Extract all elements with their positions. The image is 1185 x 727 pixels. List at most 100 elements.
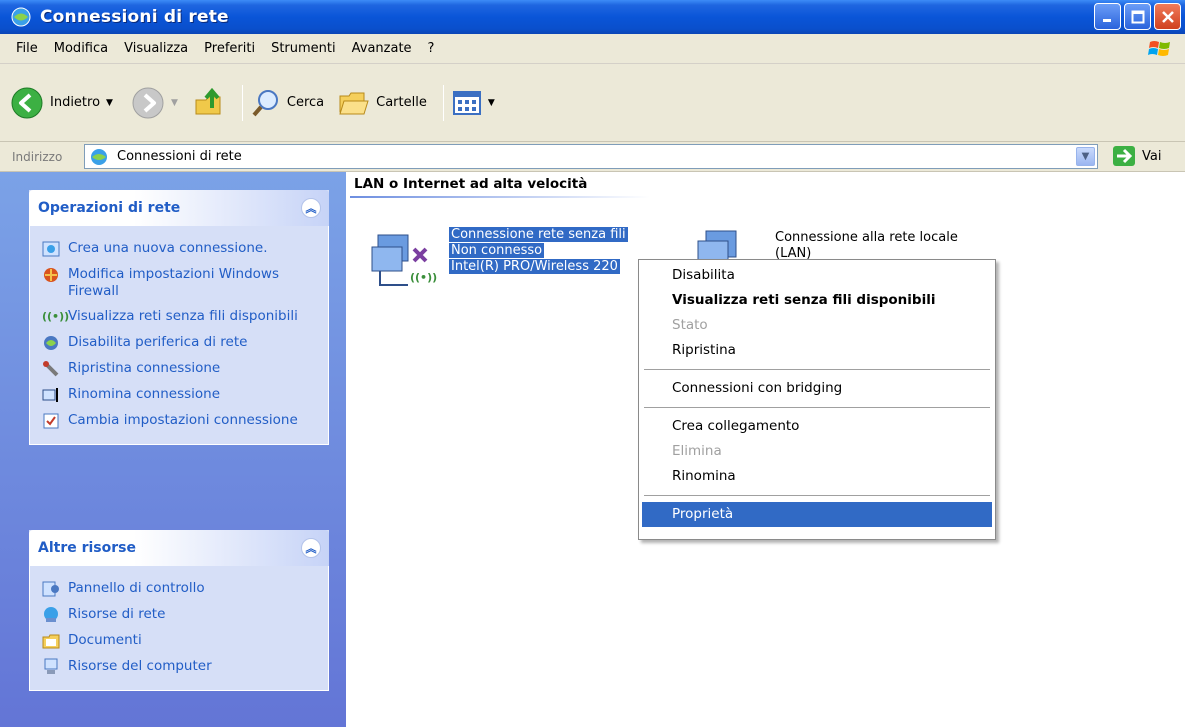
folders-icon <box>339 92 369 114</box>
ctx-view-wireless-networks[interactable]: Visualizza reti senza fili disponibili <box>642 288 992 313</box>
network-tasks-header[interactable]: Operazioni di rete ︽ <box>29 190 329 226</box>
control-panel-icon <box>42 581 59 597</box>
my-computer-icon <box>44 658 58 674</box>
minimize-icon <box>1102 18 1111 22</box>
network-connections-icon <box>11 7 31 27</box>
network-tasks-panel: Operazioni di rete ︽ Crea una nuova conn… <box>29 190 329 445</box>
network-places-icon <box>44 607 58 622</box>
views-button[interactable]: ▼ <box>452 89 495 117</box>
folders-button[interactable]: Cartelle <box>338 88 427 118</box>
menu-file[interactable]: File <box>8 41 46 56</box>
title-bar[interactable]: Connessioni di rete <box>0 0 1185 34</box>
minimize-button[interactable] <box>1094 3 1121 30</box>
menu-view[interactable]: Visualizza <box>116 41 196 56</box>
group-header: LAN o Internet ad alta velocità <box>354 176 588 192</box>
toolbar-separator <box>241 84 243 121</box>
task-label: Modifica impostazioni Windows Firewall <box>68 266 280 299</box>
menu-favorites[interactable]: Preferiti <box>196 41 263 56</box>
place-network-places[interactable]: Risorse di rete <box>30 602 328 628</box>
new-connection-icon <box>42 241 60 257</box>
toolbar: Indietro ▼ ▼ Cerca Cartelle ▼ <box>0 64 1185 142</box>
task-view-wireless[interactable]: ((•)) Visualizza reti senza fili disponi… <box>30 304 328 330</box>
folders-label: Cartelle <box>376 95 427 110</box>
menu-separator <box>644 495 990 496</box>
task-label: Pannello di controllo <box>68 580 205 596</box>
network-tasks-list: Crea una nuova connessione. Modifica imp… <box>29 226 329 445</box>
task-label: Rinomina connessione <box>68 386 221 402</box>
task-label: Disabilita periferica di rete <box>68 334 248 350</box>
task-repair-connection[interactable]: Ripristina connessione <box>30 356 328 382</box>
ctx-properties[interactable]: Proprietà <box>642 502 992 527</box>
task-label: Visualizza reti senza fili disponibili <box>68 308 298 324</box>
wireless-connection-status: Non connesso <box>449 243 545 258</box>
svg-text:((•)): ((•)) <box>410 271 437 284</box>
ctx-disable[interactable]: Disabilita <box>642 263 992 288</box>
address-label: Indirizzo <box>12 149 63 164</box>
menu-tools[interactable]: Strumenti <box>263 41 344 56</box>
task-label: Cambia impostazioni connessione <box>68 412 298 428</box>
network-tasks-title: Operazioni di rete <box>38 200 181 216</box>
forward-dropdown-icon[interactable]: ▼ <box>171 98 178 108</box>
toolbar-separator <box>442 84 444 121</box>
back-button[interactable]: Indietro ▼ <box>10 86 113 120</box>
menu-advanced[interactable]: Avanzate <box>344 41 420 56</box>
maximize-button[interactable] <box>1124 3 1151 30</box>
task-firewall-settings[interactable]: Modifica impostazioni Windows Firewall <box>30 262 328 304</box>
wireless-connection-label[interactable]: Connessione rete senza fili Non connesso… <box>449 227 628 275</box>
task-disable-device[interactable]: Disabilita periferica di rete <box>30 330 328 356</box>
forward-button[interactable]: ▼ <box>131 86 178 120</box>
collapse-chevron-icon[interactable]: ︽ <box>301 198 321 218</box>
up-folder-icon <box>195 87 221 114</box>
ctx-bridge-connections[interactable]: Connessioni con bridging <box>642 376 992 401</box>
wireless-connection-device: Intel(R) PRO/Wireless 220 <box>449 259 620 274</box>
ctx-delete: Elimina <box>672 443 722 459</box>
task-change-settings[interactable]: Cambia impostazioni connessione <box>30 408 328 434</box>
address-dropdown-icon[interactable]: ▼ <box>1076 147 1095 166</box>
ctx-create-shortcut[interactable]: Crea collegamento <box>642 414 992 439</box>
lan-connection-label[interactable]: Connessione alla rete locale (LAN) <box>775 230 958 262</box>
group-divider <box>350 196 650 198</box>
collapse-chevron-icon[interactable]: ︽ <box>301 538 321 558</box>
other-places-title: Altre risorse <box>38 540 136 556</box>
place-control-panel[interactable]: Pannello di controllo <box>30 576 328 602</box>
other-places-header[interactable]: Altre risorse ︽ <box>29 530 329 566</box>
search-icon <box>252 89 278 116</box>
back-arrow-icon <box>11 87 43 118</box>
ctx-status: Stato <box>672 317 708 333</box>
forward-arrow-icon <box>132 87 164 118</box>
place-my-computer[interactable]: Risorse del computer <box>30 654 328 680</box>
ctx-rename[interactable]: Rinomina <box>642 464 992 489</box>
task-label: Risorse del computer <box>68 658 212 674</box>
task-create-connection[interactable]: Crea una nuova connessione. <box>30 236 328 262</box>
network-connections-icon <box>91 148 107 165</box>
menu-edit[interactable]: Modifica <box>46 41 116 56</box>
other-places-panel: Altre risorse ︽ Pannello di controllo Ri… <box>29 530 329 691</box>
firewall-icon <box>44 268 58 282</box>
menu-separator <box>644 407 990 408</box>
wireless-connection-name: Connessione rete senza fili <box>449 227 628 242</box>
context-menu: Disabilita Visualizza reti senza fili di… <box>638 259 996 540</box>
close-button[interactable] <box>1154 3 1181 30</box>
search-label: Cerca <box>286 95 325 110</box>
up-folder-button[interactable] <box>192 86 226 120</box>
lan-connection-name: Connessione alla rete locale <box>775 230 958 245</box>
go-arrow-icon <box>1113 146 1135 166</box>
search-button[interactable]: Cerca <box>251 88 324 118</box>
settings-icon <box>43 413 59 429</box>
address-field[interactable]: Connessioni di rete ▼ <box>84 144 1098 169</box>
disable-device-icon <box>44 336 58 350</box>
wireless-connection-item[interactable]: ((•)) <box>368 227 448 297</box>
task-label: Crea una nuova connessione. <box>68 240 268 256</box>
menu-help[interactable]: ? <box>420 41 443 56</box>
ctx-repair[interactable]: Ripristina <box>642 338 992 363</box>
task-rename-connection[interactable]: Rinomina connessione <box>30 382 328 408</box>
task-pane: Operazioni di rete ︽ Crea una nuova conn… <box>0 172 346 727</box>
wireless-icon: ((•)) <box>42 310 70 323</box>
close-icon <box>1161 10 1174 23</box>
window-title: Connessioni di rete <box>40 7 229 27</box>
place-documents[interactable]: Documenti <box>30 628 328 654</box>
back-dropdown-icon[interactable]: ▼ <box>106 98 113 108</box>
views-dropdown-icon[interactable]: ▼ <box>488 98 495 108</box>
go-button[interactable]: Vai <box>1112 145 1161 167</box>
address-value: Connessioni di rete <box>117 149 242 164</box>
